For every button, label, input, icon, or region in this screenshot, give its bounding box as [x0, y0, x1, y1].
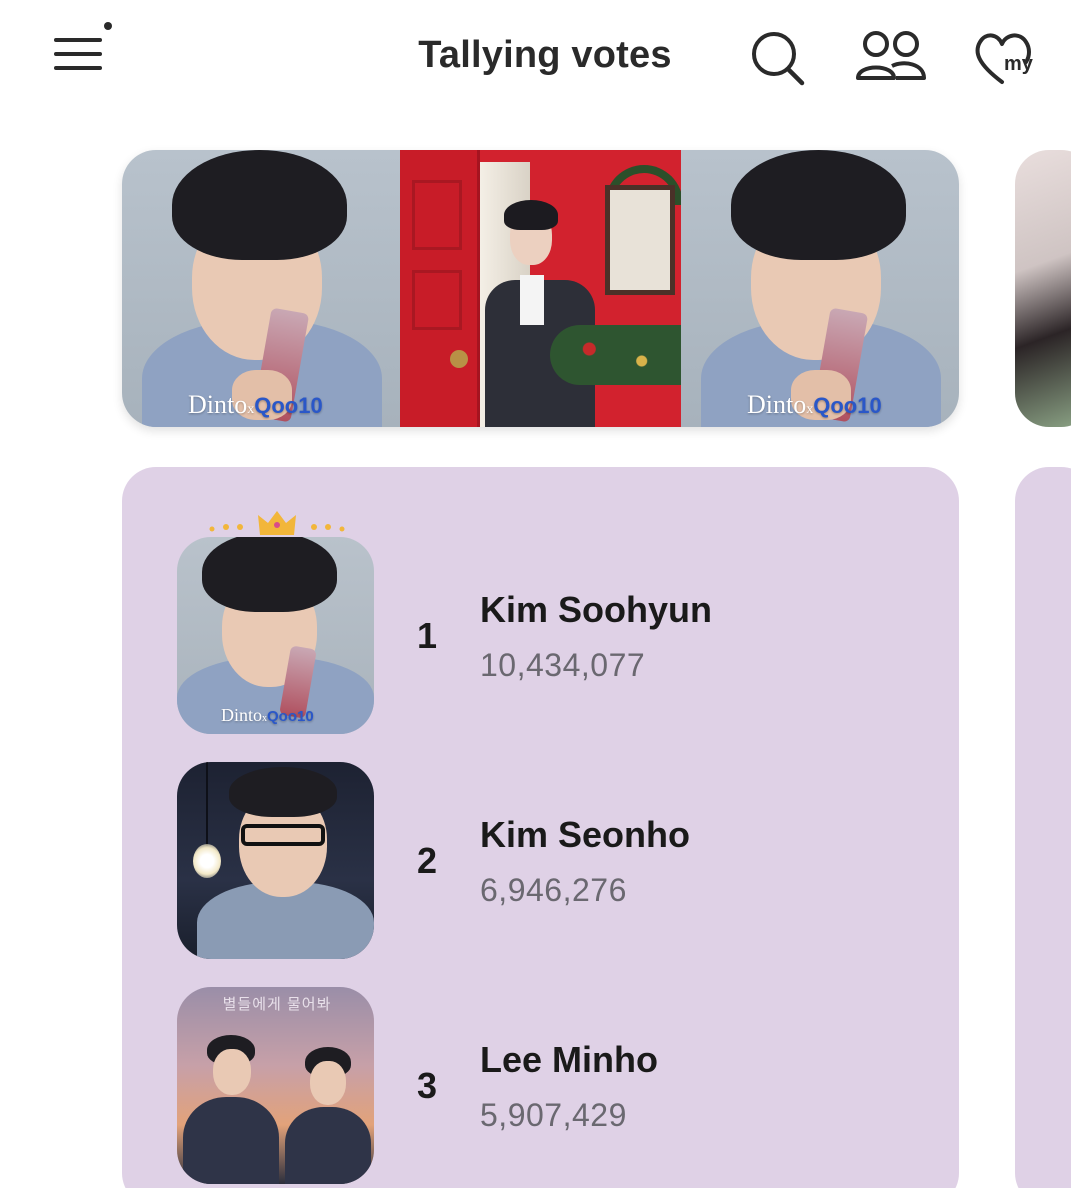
brand-partner: Qoo10	[813, 393, 882, 418]
portrait-face	[213, 1049, 251, 1095]
lamp-cord	[206, 762, 208, 846]
notification-dot	[104, 22, 112, 30]
vote-count: 10,434,077	[480, 647, 646, 683]
search-button[interactable]	[746, 26, 810, 90]
vote-count: 5,907,429	[480, 1097, 627, 1133]
svg-text:my: my	[1004, 53, 1034, 75]
ranking-row-2[interactable]: 2 Kim Seonho 6,946,276	[122, 762, 959, 962]
crown-icon	[209, 511, 345, 535]
banner-panel-left: DintoxQoo10	[122, 150, 400, 427]
avatar	[177, 762, 374, 959]
heart-my-icon: my	[975, 33, 1034, 84]
brand-partner: Qoo10	[254, 393, 323, 418]
banner-panel-middle	[400, 150, 681, 427]
avatar: 별들에게 물어봐	[177, 987, 374, 1184]
next-ranking-card-peek[interactable]	[1015, 467, 1071, 1188]
portrait-hair	[504, 200, 558, 230]
door-panel	[412, 180, 462, 250]
poster-title: 별들에게 물어봐	[222, 996, 332, 1013]
door-knob	[450, 350, 468, 368]
vote-count: 6,946,276	[480, 872, 627, 908]
glasses	[241, 824, 325, 846]
brand-text: Dinto	[747, 390, 807, 419]
portrait-hair	[172, 150, 347, 260]
my-favorites-button[interactable]: my	[968, 26, 1034, 90]
community-button[interactable]	[852, 26, 926, 90]
ranking-card: DintoxQoo10 1 Kim Soohyun 10,434,077 2 K…	[122, 467, 959, 1188]
brand-logo: DintoxQoo10	[188, 390, 323, 420]
red-door	[400, 150, 480, 427]
brand-text: Dinto	[221, 705, 263, 725]
flight-suit	[183, 1097, 279, 1184]
menu-icon-bar	[54, 52, 102, 56]
banner-panel-right: DintoxQoo10	[681, 150, 959, 427]
portrait-hair	[731, 150, 906, 260]
menu-icon-bar	[54, 66, 102, 70]
artist-name: Kim Soohyun	[480, 589, 712, 630]
shirt	[520, 275, 544, 325]
page-title: Tallying votes	[418, 34, 672, 76]
artist-name: Kim Seonho	[480, 814, 691, 855]
brand-logo: DintoxQoo10	[221, 705, 314, 726]
people-icon	[856, 31, 926, 80]
rank-number: 1	[416, 615, 438, 656]
next-banner-peek[interactable]	[1015, 150, 1071, 427]
flight-suit	[285, 1107, 371, 1184]
promo-banner[interactable]: DintoxQoo10 DintoxQoo10	[122, 150, 959, 427]
window	[605, 185, 675, 295]
garland	[550, 325, 681, 385]
portrait-face	[310, 1061, 346, 1105]
search-icon	[752, 32, 805, 86]
light-bulb	[193, 844, 221, 878]
portrait-hair	[202, 537, 337, 612]
ranking-row-1[interactable]: DintoxQoo10 1 Kim Soohyun 10,434,077	[122, 511, 959, 737]
brand-partner: Qoo10	[267, 708, 314, 725]
artist-name: Lee Minho	[480, 1039, 658, 1080]
portrait-hair	[229, 767, 337, 817]
ranking-row-3[interactable]: 별들에게 물어봐 3 Lee Minho 5,907,429	[122, 987, 959, 1187]
rank-number: 2	[416, 840, 438, 881]
brand-text: Dinto	[188, 390, 248, 419]
top-bar: Tallying votes my	[0, 0, 1071, 120]
rank-number: 3	[416, 1065, 438, 1106]
brand-logo: DintoxQoo10	[747, 390, 882, 420]
menu-icon	[54, 38, 102, 42]
avatar: DintoxQoo10	[177, 537, 374, 734]
menu-button[interactable]	[48, 22, 112, 82]
door-panel	[412, 270, 462, 330]
